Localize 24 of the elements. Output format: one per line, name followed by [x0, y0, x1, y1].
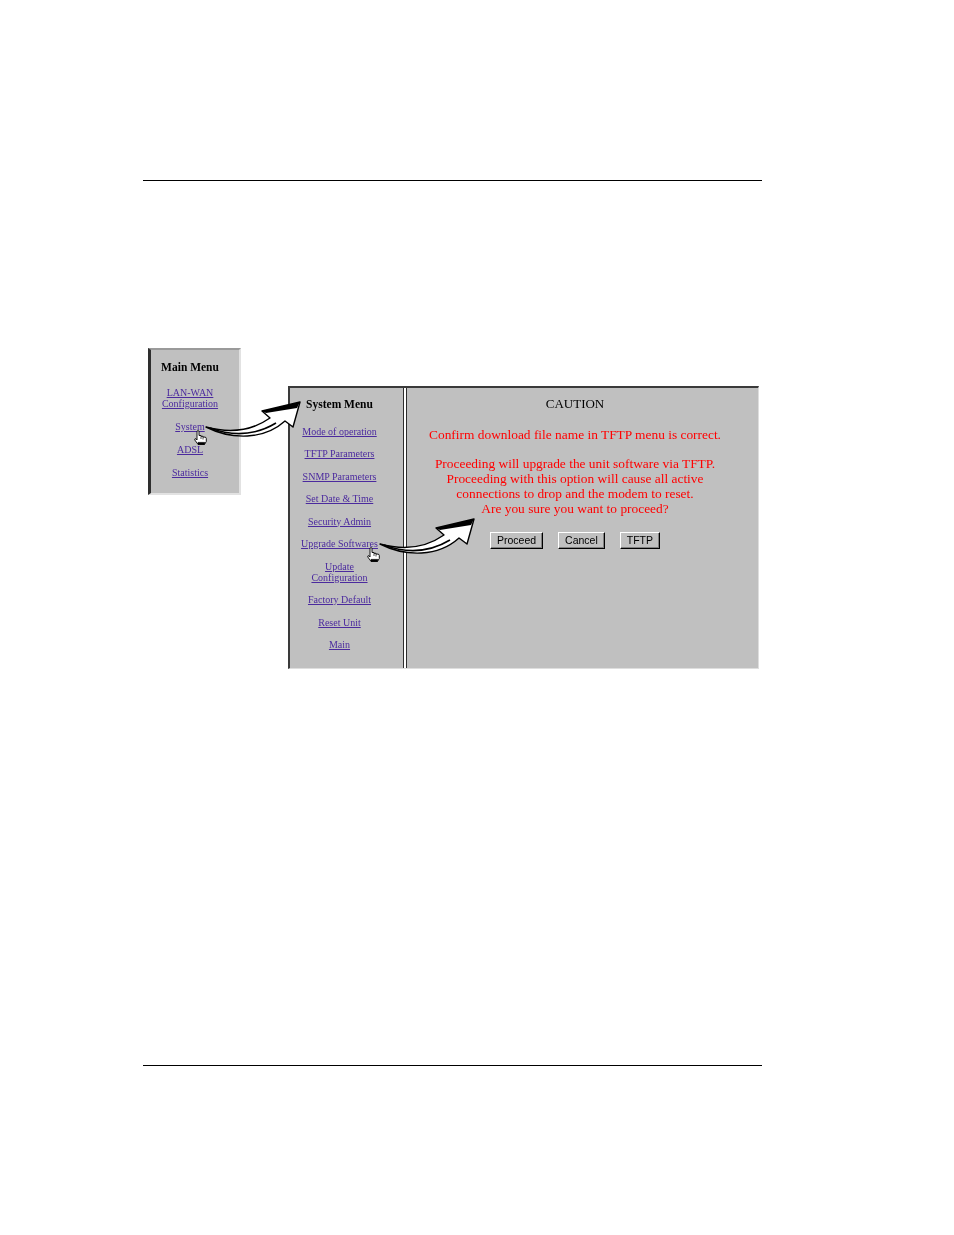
- menu-link[interactable]: LAN-WAN Configuration: [151, 387, 229, 409]
- confirm-message: Confirm download file name in TFTP menu is correct.: [429, 426, 721, 442]
- dialog-button[interactable]: Cancel: [558, 532, 605, 549]
- menu-link[interactable]: Update Configuration: [299, 560, 380, 583]
- dialog-button[interactable]: TFTP: [619, 532, 660, 549]
- warning-message: Are you sure you want to proceed?: [481, 500, 669, 516]
- menu-title: System Menu: [306, 397, 373, 411]
- warning-message: Proceeding with this option will cause all active connections to drop and the modem to reset.: [446, 470, 705, 501]
- caution-title: CAUTION: [545, 396, 605, 412]
- menu-link[interactable]: Upgrade Softwares: [301, 538, 378, 549]
- menu-link[interactable]: SNMP Parameters: [302, 470, 377, 482]
- dialog-button[interactable]: Proceed: [489, 532, 544, 549]
- menu-link[interactable]: Statistics: [171, 467, 209, 478]
- warning-message: Proceeding will upgrade the unit software via TFTP.: [434, 455, 716, 471]
- menu-link[interactable]: Reset Unit: [318, 616, 361, 628]
- menu-link[interactable]: Factory Default: [307, 594, 371, 605]
- menu-title: Main Menu: [161, 360, 219, 374]
- menu-link[interactable]: Security Admin: [307, 515, 372, 527]
- menu-link[interactable]: Main: [328, 639, 351, 650]
- menu-link[interactable]: TFTP Parameters: [304, 448, 375, 459]
- menu-link[interactable]: System: [175, 421, 205, 432]
- menu-link[interactable]: Set Date & Time: [305, 493, 374, 504]
- menu-link[interactable]: ADSL: [176, 444, 204, 455]
- menu-link[interactable]: Mode of operation: [302, 425, 377, 437]
